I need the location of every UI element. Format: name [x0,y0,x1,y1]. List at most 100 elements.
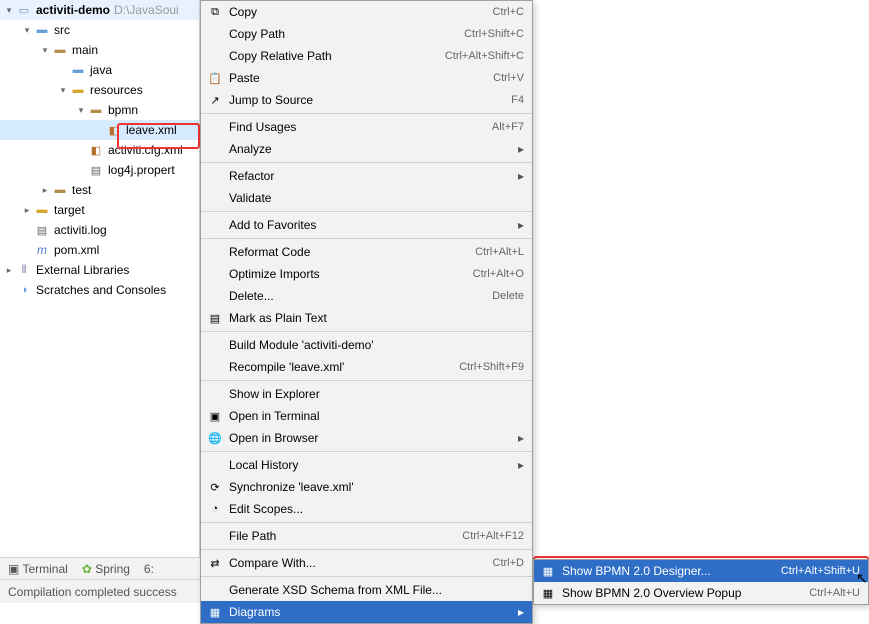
scopes-icon: ◔ [205,501,225,517]
submenu-show-designer[interactable]: ▦Show BPMN 2.0 Designer...Ctrl+Alt+Shift… [534,560,868,582]
shortcut: Ctrl+Shift+F9 [459,361,524,373]
menu-compare-with[interactable]: ⇄Compare With...Ctrl+D [201,552,532,574]
label: activiti.cfg.xml [108,143,183,157]
tree-root[interactable]: ▾ ▭ activiti-demo D:\JavaSoui [0,0,199,20]
separator [201,549,532,550]
submenu-arrow-icon: ▸ [514,458,524,472]
text-icon: ▤ [205,310,225,326]
menu-validate[interactable]: Validate [201,187,532,209]
menu-refactor[interactable]: Refactor▸ [201,165,532,187]
folder-icon: ▬ [70,62,86,78]
chevron-right-icon: ▸ [40,185,50,195]
menu-copy-path[interactable]: Copy PathCtrl+Shift+C [201,23,532,45]
label: bpmn [108,103,138,117]
text-file-icon: ▤ [34,222,50,238]
menu-gen-xsd[interactable]: Generate XSD Schema from XML File... [201,579,532,601]
tab-todo[interactable]: 6: [144,562,154,576]
chevron-right-icon: ▸ [4,265,14,275]
properties-file-icon: ▤ [88,162,104,178]
shortcut: Ctrl+D [493,557,524,569]
diagram-icon: ▦ [538,563,558,579]
menu-open-terminal[interactable]: ▣Open in Terminal [201,405,532,427]
label: src [54,23,70,37]
submenu-arrow-icon: ▸ [514,605,524,619]
submenu-show-overview[interactable]: ▦Show BPMN 2.0 Overview PopupCtrl+Alt+U [534,582,868,604]
label: log4j.propert [108,163,175,177]
tree-activiti-log[interactable]: ▤ activiti.log [0,220,199,240]
menu-delete[interactable]: Delete...Delete [201,285,532,307]
menu-optimize[interactable]: Optimize ImportsCtrl+Alt+O [201,263,532,285]
tree-scratches[interactable]: ◑ Scratches and Consoles [0,280,199,300]
label: External Libraries [36,263,129,277]
menu-diagrams[interactable]: ▦Diagrams▸ [201,601,532,623]
menu-copy-rel-path[interactable]: Copy Relative PathCtrl+Alt+Shift+C [201,45,532,67]
shortcut: F4 [511,94,524,106]
menu-recompile[interactable]: Recompile 'leave.xml'Ctrl+Shift+F9 [201,356,532,378]
module-icon: ▭ [16,2,32,18]
shortcut: Delete [492,290,524,302]
menu-paste[interactable]: 📋PasteCtrl+V [201,67,532,89]
tree-log4j[interactable]: ▤ log4j.propert [0,160,199,180]
separator [201,211,532,212]
menu-edit-scopes[interactable]: ◔Edit Scopes... [201,498,532,520]
tab-terminal[interactable]: ▣ Terminal [8,562,68,576]
shortcut: Ctrl+Alt+O [473,268,524,280]
paste-icon: 📋 [205,70,225,86]
menu-add-favorites[interactable]: Add to Favorites▸ [201,214,532,236]
chevron-down-icon: ▾ [40,45,50,55]
terminal-icon: ▣ [8,562,19,576]
chevron-down-icon: ▾ [58,85,68,95]
menu-file-path[interactable]: File PathCtrl+Alt+F12 [201,525,532,547]
separator [201,522,532,523]
compare-icon: ⇄ [205,555,225,571]
tree-pom[interactable]: m pom.xml [0,240,199,260]
separator [201,113,532,114]
separator [201,380,532,381]
tree-src[interactable]: ▾ ▬ src [0,20,199,40]
maven-file-icon: m [34,242,50,258]
label: test [72,183,91,197]
tree-bpmn[interactable]: ▾ ▬ bpmn [0,100,199,120]
menu-synchronize[interactable]: ⟳Synchronize 'leave.xml' [201,476,532,498]
diagram-icon: ▦ [205,604,225,620]
submenu-arrow-icon: ▸ [514,169,524,183]
label: activiti.log [54,223,107,237]
jump-icon: ↗ [205,92,225,108]
menu-analyze[interactable]: Analyze▸ [201,138,532,160]
xml-file-icon: ◧ [106,122,122,138]
menu-show-explorer[interactable]: Show in Explorer [201,383,532,405]
tree-test[interactable]: ▸ ▬ test [0,180,199,200]
menu-find-usages[interactable]: Find UsagesAlt+F7 [201,116,532,138]
label: pom.xml [54,243,99,257]
browser-icon: 🌐 [205,430,225,446]
label: Scratches and Consoles [36,283,166,297]
menu-build-module[interactable]: Build Module 'activiti-demo' [201,334,532,356]
menu-local-history[interactable]: Local History▸ [201,454,532,476]
tree-external-libs[interactable]: ▸ ⫴ External Libraries [0,260,199,280]
diagram-icon: ▦ [538,585,558,601]
menu-jump-source[interactable]: ↗Jump to SourceF4 [201,89,532,111]
menu-reformat[interactable]: Reformat CodeCtrl+Alt+L [201,241,532,263]
tree-leave-xml[interactable]: ◧ leave.xml [0,120,199,140]
cursor-icon: ↖ [856,570,868,587]
tree-cfg[interactable]: ◧ activiti.cfg.xml [0,140,199,160]
shortcut: Alt+F7 [492,121,524,133]
tree-resources[interactable]: ▾ ▬ resources [0,80,199,100]
menu-open-browser[interactable]: 🌐Open in Browser▸ [201,427,532,449]
folder-icon: ▬ [88,102,104,118]
menu-copy[interactable]: ⧉CopyCtrl+C [201,1,532,23]
chevron-down-icon: ▾ [22,25,32,35]
submenu-arrow-icon: ▸ [514,218,524,232]
chevron-right-icon: ▸ [22,205,32,215]
tab-spring[interactable]: ✿ Spring [82,562,130,576]
separator [201,238,532,239]
menu-plain-text[interactable]: ▤Mark as Plain Text [201,307,532,329]
status-message: Compilation completed success [8,585,177,599]
copy-icon: ⧉ [205,4,225,20]
tree-main[interactable]: ▾ ▬ main [0,40,199,60]
label: resources [90,83,143,97]
tree-target[interactable]: ▸ ▬ target [0,200,199,220]
tree-java[interactable]: ▬ java [0,60,199,80]
label: leave.xml [126,123,177,137]
tool-window-tabs: ▣ Terminal ✿ Spring 6: [0,557,200,579]
